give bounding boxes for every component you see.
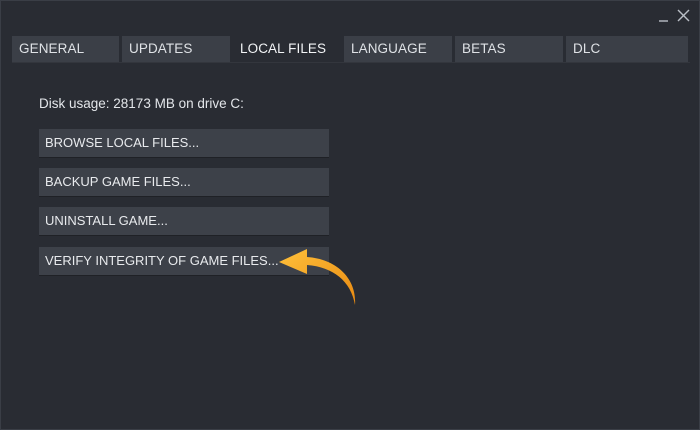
tab-dlc[interactable]: DLC	[566, 36, 688, 62]
tab-betas[interactable]: BETAS	[455, 36, 563, 62]
curved-arrow-icon	[279, 249, 356, 305]
title-bar	[1, 1, 699, 31]
tab-bar: GENERAL UPDATES LOCAL FILES LANGUAGE BET…	[12, 36, 690, 66]
properties-window: GENERAL UPDATES LOCAL FILES LANGUAGE BET…	[0, 0, 700, 430]
minimize-icon[interactable]	[655, 7, 673, 25]
close-icon[interactable]	[675, 7, 693, 25]
disk-usage-label: Disk usage: 28173 MB on drive C:	[39, 96, 244, 111]
tab-general[interactable]: GENERAL	[12, 36, 119, 62]
uninstall-game-button[interactable]: UNINSTALL GAME...	[39, 207, 329, 235]
tab-updates[interactable]: UPDATES	[122, 36, 230, 62]
browse-local-files-button[interactable]: BROWSE LOCAL FILES...	[39, 129, 329, 157]
tab-language[interactable]: LANGUAGE	[344, 36, 452, 62]
backup-game-files-button[interactable]: BACKUP GAME FILES...	[39, 168, 329, 196]
tab-divider	[12, 62, 690, 63]
